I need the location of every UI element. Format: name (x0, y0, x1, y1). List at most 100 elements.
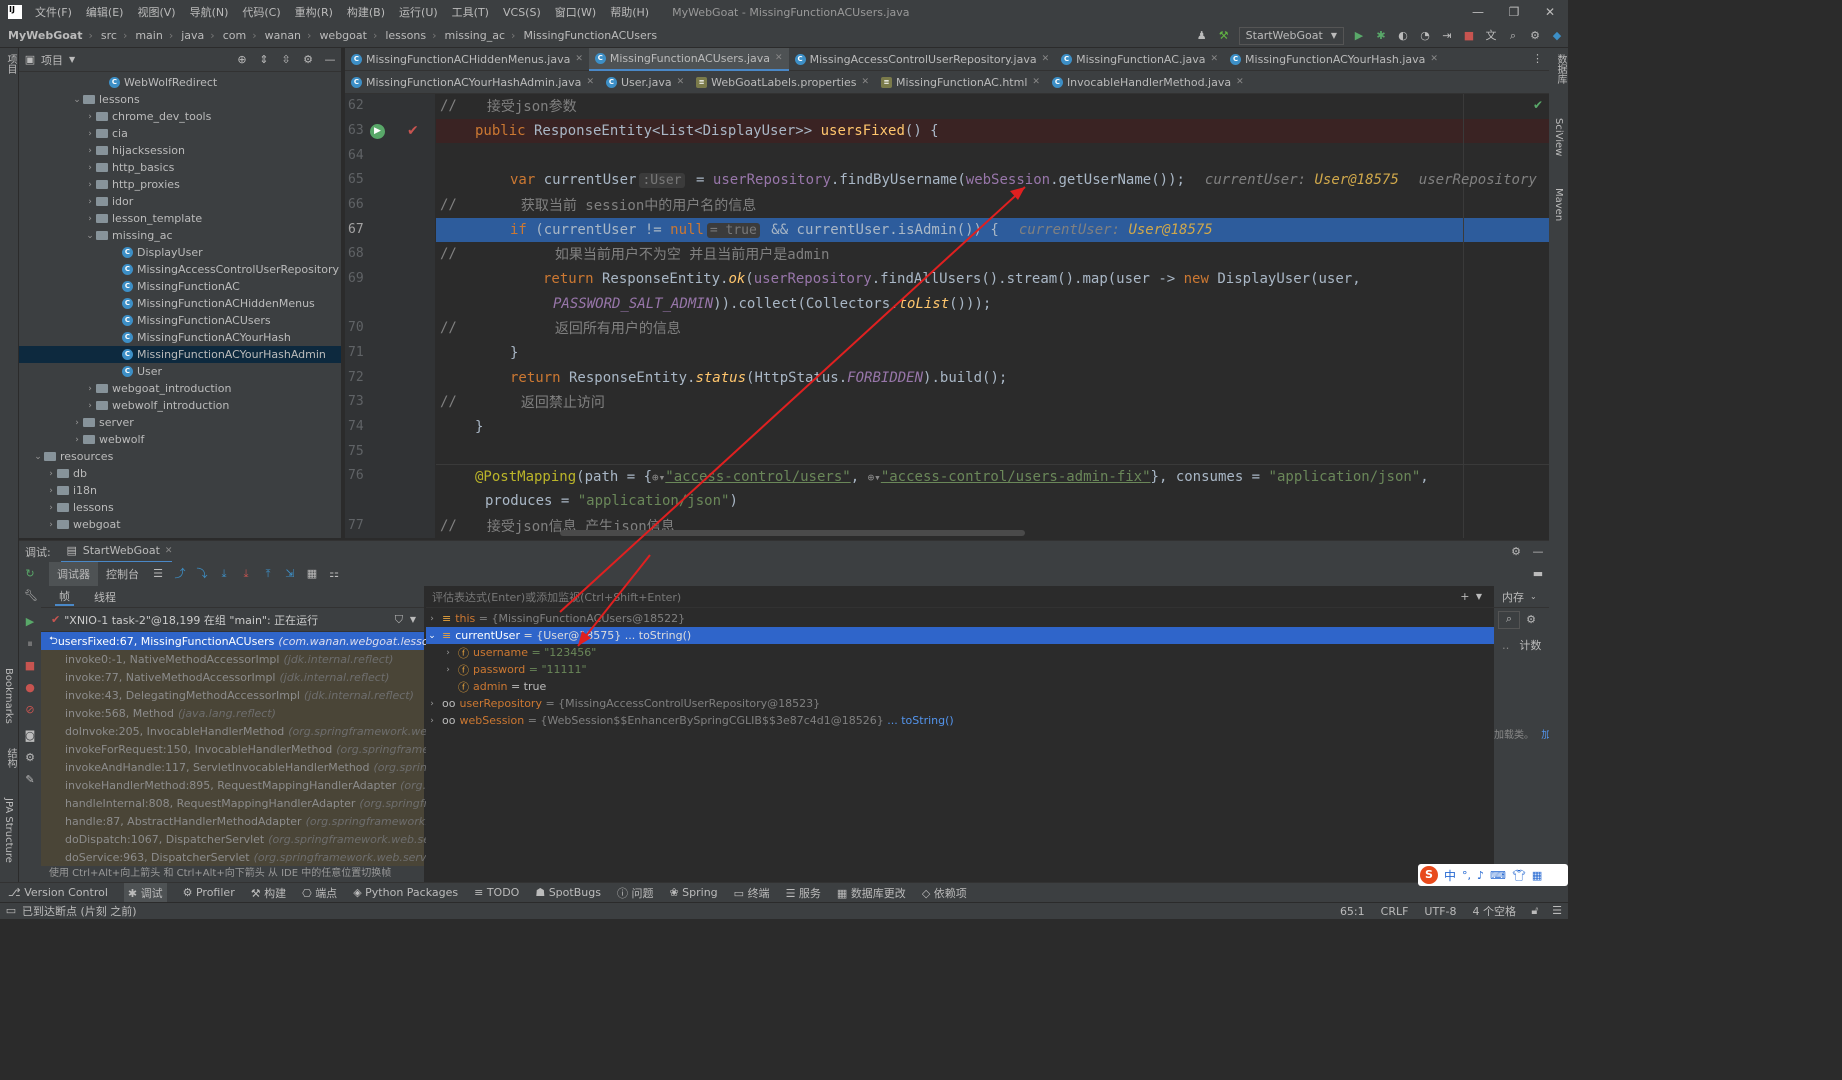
search-icon[interactable]: ⌕ (1507, 29, 1519, 42)
stack-frame[interactable]: invokeAndHandle:117, ServletInvocableHan… (41, 758, 466, 776)
menu-item-9[interactable]: VCS(S) (503, 6, 541, 19)
variable-password[interactable]: › ⓕ password = "11111" (426, 661, 1494, 678)
chevron-right-icon[interactable]: › (84, 163, 96, 173)
ime-mic-icon[interactable]: ♪ (1477, 869, 1484, 882)
add-watch-icon[interactable]: + (1459, 590, 1471, 603)
tree-node-missingfunctionacyourhash[interactable]: C MissingFunctionACYourHash (19, 329, 341, 346)
close-tab-icon[interactable]: ✕ (861, 77, 869, 87)
tree-node-i18n[interactable]: › i18n (19, 482, 341, 499)
variable-this[interactable]: › ≡ this = {MissingFunctionACUsers@18522} (426, 610, 1494, 627)
step-out-icon[interactable]: ⤒ (262, 568, 274, 580)
tree-node-idor[interactable]: › idor (19, 193, 341, 210)
view-breakpoints-icon[interactable]: ● (24, 682, 36, 694)
memory-tab[interactable]: 内存 (1502, 589, 1524, 605)
debug-hide-icon[interactable]: — (1532, 545, 1544, 558)
tree-node-lesson-template[interactable]: › lesson_template (19, 210, 341, 227)
thread-dropdown-icon[interactable]: ▼ (410, 615, 416, 624)
breakpoint-icon[interactable]: ✔ (407, 123, 419, 139)
structure-tool-button[interactable]: 结构 (3, 748, 18, 768)
tree-node-webgoat-introduction[interactable]: › webgoat_introduction (19, 380, 341, 397)
close-session-icon[interactable]: ✕ (165, 546, 173, 556)
tree-node-webwolf[interactable]: › webwolf (19, 431, 341, 448)
evaluate-icon[interactable]: ▦ (306, 568, 318, 580)
ime-keyboard-icon[interactable]: ⌨ (1490, 869, 1506, 882)
ime-skin-icon[interactable]: 👕︎ (1512, 869, 1526, 882)
breadcrumb-item-src[interactable]: src (101, 29, 117, 42)
tool-button-item[interactable]: ⎔ 端点 (302, 885, 337, 901)
stop-debug-icon[interactable]: ■ (24, 660, 36, 672)
tool-button-version-control[interactable]: ⎇ Version Control (8, 886, 108, 899)
tree-node-cia[interactable]: › cia (19, 125, 341, 142)
pin-icon[interactable]: ✎ (24, 774, 36, 786)
tab-invocablehandlermethod-java[interactable]: C InvocableHandlerMethod.java ✕ (1046, 71, 1250, 94)
tool-button-item[interactable]: ✱ 调试 (123, 882, 167, 903)
restore-button[interactable]: ❐ (1496, 5, 1532, 19)
tab-missingfunctionac-java[interactable]: C MissingFunctionAC.java ✕ (1055, 48, 1224, 71)
tree-node-resources[interactable]: ⌄ resources (19, 448, 341, 465)
tree-node-displayuser[interactable]: C DisplayUser (19, 244, 341, 261)
menu-item-0[interactable]: 文件(F) (35, 4, 72, 20)
coverage-icon[interactable]: ◐ (1397, 29, 1409, 42)
watch-dropdown-icon[interactable]: ▼ (1476, 592, 1482, 601)
menu-item-10[interactable]: 窗口(W) (555, 4, 596, 20)
chevron-right-icon[interactable]: › (45, 469, 57, 479)
close-tab-icon[interactable]: ✕ (677, 77, 685, 87)
chevron-right-icon[interactable]: › (84, 180, 96, 190)
menu-item-5[interactable]: 重构(R) (295, 4, 333, 20)
memory-dropdown-icon[interactable]: ⌄ (1530, 592, 1537, 601)
ime-mode[interactable]: 中 (1444, 867, 1456, 884)
step-into-icon[interactable]: ⤓ (218, 568, 230, 580)
breadcrumb-item-wanan[interactable]: wanan (265, 29, 301, 42)
tree-node-db[interactable]: › db (19, 465, 341, 482)
close-window-button[interactable]: ✕ (1532, 5, 1568, 19)
tree-node-hijacksession[interactable]: › hijacksession (19, 142, 341, 159)
tree-node-webgoat[interactable]: › webgoat (19, 516, 341, 533)
locate-icon[interactable]: ⊕ (236, 53, 248, 66)
sciview-tool-button[interactable]: SciView (1553, 118, 1564, 156)
chevron-down-icon[interactable]: ⌄ (84, 231, 96, 241)
memory-search-icon[interactable]: ⌕ (1498, 611, 1520, 629)
close-tab-icon[interactable]: ✕ (1211, 54, 1219, 64)
camera-icon[interactable]: ◙ (24, 730, 36, 742)
tool-button-item[interactable]: ⚒ 构建 (251, 885, 286, 901)
stack-frame[interactable]: handleInternal:808, RequestMappingHandle… (41, 794, 461, 812)
menu-item-7[interactable]: 运行(U) (399, 4, 438, 20)
indent-setting[interactable]: 4 个空格 (1473, 903, 1517, 919)
tool-button-spotbugs[interactable]: ☗ SpotBugs (535, 886, 601, 899)
run-method-icon[interactable]: ▶ (370, 124, 385, 139)
collapse-all-icon[interactable]: ⇳ (280, 53, 292, 66)
stack-frame[interactable]: invoke:43, DelegatingMethodAccessorImpl(… (41, 686, 424, 704)
jpa-structure-tool-button[interactable]: JPA Structure (3, 798, 14, 863)
chevron-right-icon[interactable]: › (84, 214, 96, 224)
tool-button-item[interactable]: ⓘ 问题 (617, 885, 654, 901)
chevron-right-icon[interactable]: › (84, 112, 96, 122)
tree-node-webwolfredirect[interactable]: C WebWolfRedirect (19, 74, 341, 91)
menu-item-2[interactable]: 视图(V) (137, 4, 175, 20)
tree-node-missingfunctionac[interactable]: C MissingFunctionAC (19, 278, 341, 295)
hide-icon[interactable]: — (324, 53, 336, 66)
chevron-right-icon[interactable]: › (45, 486, 57, 496)
maven-tool-button[interactable]: Maven (1553, 188, 1564, 221)
stack-frame[interactable]: doService:963, DispatcherServlet (org.spr… (41, 848, 445, 866)
tree-node-webwolf-introduction[interactable]: › webwolf_introduction (19, 397, 341, 414)
notifications-icon[interactable]: ☰ (1551, 905, 1563, 917)
wrench-icon[interactable]: 🔧︎ (24, 590, 38, 602)
options-gear-icon[interactable]: ⚙ (302, 53, 314, 66)
tool-button-item[interactable]: ▭ 终端 (734, 885, 770, 901)
profile-icon[interactable]: ◔ (1419, 29, 1431, 42)
menu-item-1[interactable]: 编辑(E) (86, 4, 124, 20)
stop-icon[interactable]: ■ (1463, 29, 1475, 42)
close-tab-icon[interactable]: ✕ (775, 53, 783, 63)
debug-gear-icon[interactable]: ⚙ (24, 752, 36, 764)
close-tab-icon[interactable]: ✕ (1032, 77, 1040, 87)
menu-item-6[interactable]: 构建(B) (347, 4, 385, 20)
run-config-selector[interactable]: StartWebGoat ▼ (1238, 26, 1344, 45)
run-icon[interactable]: ▶ (1353, 29, 1365, 42)
chevron-right-icon[interactable]: › (84, 146, 96, 156)
load-classes-link[interactable]: 加载 (1541, 730, 1549, 741)
menu-item-3[interactable]: 导航(N) (190, 4, 229, 20)
breadcrumb-item-com[interactable]: com (223, 29, 247, 42)
thread-selector[interactable]: ✔ "XNIO-1 task-2"@18,199 在组 "main": 正在运行… (41, 608, 424, 632)
more-tabs-icon[interactable]: ⋮ (1532, 52, 1543, 65)
trace-icon[interactable]: ⚏ (328, 568, 340, 580)
